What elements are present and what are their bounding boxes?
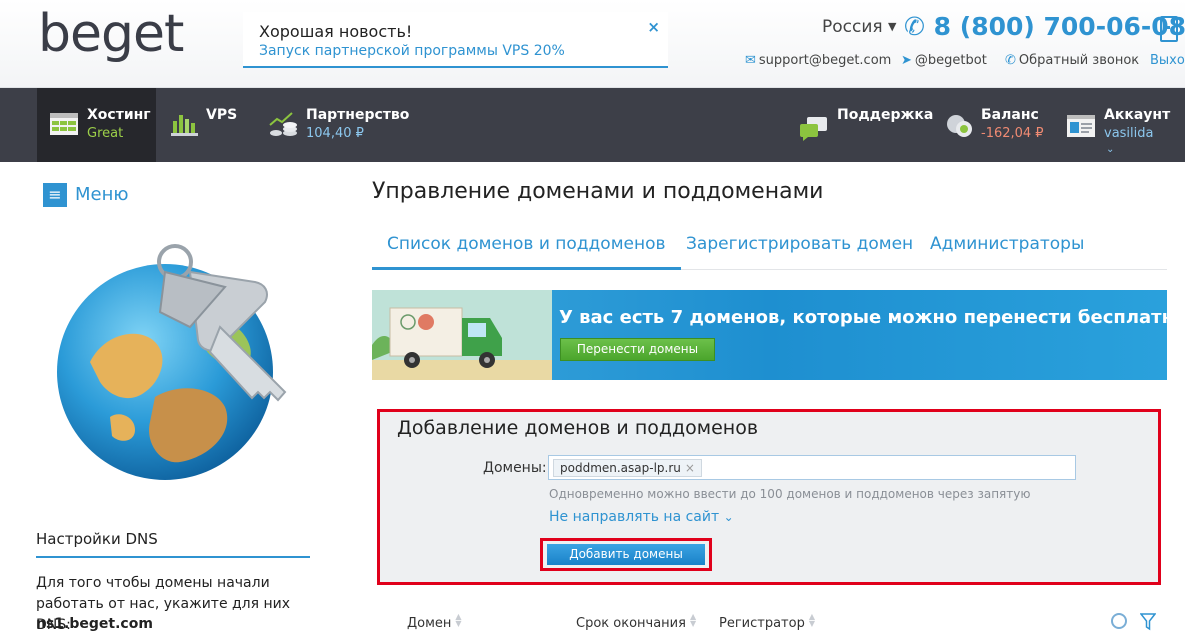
nav-balance-amount: -162,04 ₽: [981, 126, 1044, 141]
add-button-highlight: Добавить домены: [540, 538, 712, 571]
menu-hamburger-icon[interactable]: ≡: [43, 183, 67, 207]
menu-label[interactable]: Меню: [75, 184, 129, 205]
domains-label: Домены:: [483, 460, 547, 476]
nav-partner-amount: 104,40 ₽: [306, 126, 364, 141]
nav-hosting[interactable]: Хостинг Great: [37, 88, 156, 162]
telegram-link[interactable]: ➤ @begetbot: [901, 53, 987, 68]
nav-partner[interactable]: Партнерство 104,40 ₽: [262, 88, 412, 162]
main-nav: Хостинг Great VPS Партнерство 104,40 ₽ П…: [0, 88, 1185, 162]
nav-account[interactable]: Аккаунт vasilida ⌄: [1064, 88, 1185, 162]
tab-register-domain[interactable]: Зарегистрировать домен: [686, 234, 913, 270]
add-domains-panel: Добавление доменов и поддоменов Домены: …: [377, 409, 1161, 585]
telegram-icon: ➤: [901, 53, 912, 68]
add-domains-button[interactable]: Добавить домены: [547, 544, 705, 565]
domain-tag: poddmen.asap-lp.ru ×: [553, 459, 702, 477]
domains-input[interactable]: poddmen.asap-lp.ru ×: [548, 455, 1076, 480]
news-close-icon[interactable]: ×: [647, 18, 660, 36]
transfer-domains-banner: У вас есть 7 доменов, которые можно пере…: [372, 290, 1167, 380]
balance-coins-icon: [947, 115, 972, 137]
callback-link[interactable]: ✆ Обратный звонок: [1005, 53, 1139, 68]
nav-account-user: vasilida: [1104, 126, 1154, 141]
logout-link[interactable]: Выход: [1150, 53, 1185, 68]
truck-illustration: [372, 290, 552, 380]
support-email-link[interactable]: ✉ support@beget.com: [745, 53, 891, 68]
nav-account-title: Аккаунт: [1104, 107, 1171, 123]
sort-icon: ▲ ▼: [455, 612, 462, 628]
banner-text: У вас есть 7 доменов, которые можно пере…: [559, 307, 1167, 328]
sort-icon: ▲ ▼: [808, 612, 815, 628]
caret-down-icon: ▼: [888, 20, 897, 33]
phone-number[interactable]: ✆ 8 (800) 700-06-08: [904, 12, 1185, 41]
partner-coins-icon: [269, 112, 297, 136]
top-header: beget Хорошая новость! Запуск партнерско…: [0, 0, 1185, 88]
support-chat-icon: [800, 117, 827, 141]
tab-domain-list[interactable]: Список доменов и поддоменов: [372, 234, 681, 270]
sort-icon: ▲ ▼: [689, 612, 697, 628]
column-expiry[interactable]: Срок окончания ▲ ▼: [576, 612, 698, 632]
nav-partner-title: Партнерство: [306, 107, 410, 123]
country-selector[interactable]: Россия ▼: [822, 17, 897, 37]
nav-support[interactable]: Поддержка: [795, 88, 933, 162]
redirect-toggle[interactable]: Не направлять на сайт ⌄: [549, 509, 734, 525]
account-chevron-down-icon: ⌄: [1106, 144, 1115, 155]
nav-hosting-plan: Great: [87, 126, 124, 141]
country-label: Россия: [822, 17, 883, 37]
nav-vps[interactable]: VPS: [160, 88, 250, 162]
exit-door-icon[interactable]: [1160, 16, 1178, 42]
domain-tabs: Список доменов и поддоменов Зарегистриро…: [372, 230, 1167, 270]
dns-ns1: ns1.beget.com: [36, 616, 153, 632]
nav-balance[interactable]: Баланс -162,04 ₽: [943, 88, 1053, 162]
chevron-down-icon: ⌄: [723, 510, 734, 524]
page-title: Управление доменами и поддоменами: [372, 179, 824, 204]
tab-administrators[interactable]: Администраторы: [930, 234, 1084, 270]
column-domain[interactable]: Домен ▲ ▼: [407, 612, 463, 632]
hosting-icon: [50, 113, 78, 135]
news-title: Хорошая новость!: [259, 22, 413, 41]
beget-logo[interactable]: beget: [38, 4, 184, 64]
mail-icon: ✉: [745, 53, 756, 68]
phone-icon: ✆: [904, 12, 925, 41]
filter-icon[interactable]: [1140, 613, 1156, 631]
vps-icon: [171, 115, 198, 136]
dns-settings-title: Настройки DNS: [36, 530, 158, 548]
transfer-domains-button[interactable]: Перенести домены: [560, 338, 715, 361]
globe-keys-illustration: [50, 232, 310, 492]
column-registrar[interactable]: Регистратор ▲ ▼: [719, 612, 817, 632]
dns-divider: [36, 556, 310, 558]
domains-hint: Одновременно можно ввести до 100 доменов…: [549, 487, 1031, 501]
add-domains-title: Добавление доменов и поддоменов: [397, 417, 759, 439]
tag-remove-icon[interactable]: ×: [685, 461, 695, 475]
nav-balance-title: Баланс: [981, 107, 1039, 123]
nav-hosting-title: Хостинг: [87, 107, 151, 123]
nav-vps-title: VPS: [206, 107, 238, 123]
news-link[interactable]: Запуск партнерской программы VPS 20%: [259, 43, 565, 59]
news-banner: Хорошая новость! Запуск партнерской прог…: [243, 12, 668, 68]
nav-support-title: Поддержка: [837, 107, 934, 123]
refresh-icon[interactable]: [1111, 613, 1127, 629]
phone-handset-icon: ✆: [1005, 53, 1016, 68]
account-card-icon: [1067, 115, 1095, 137]
